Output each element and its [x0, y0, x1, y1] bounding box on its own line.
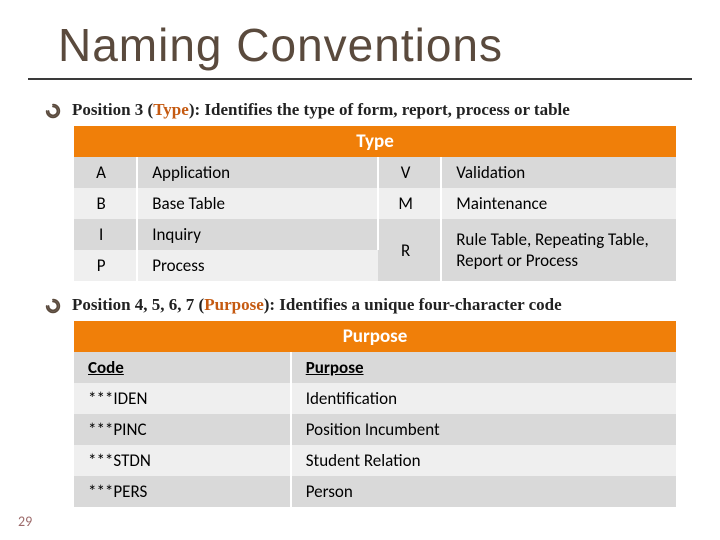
- bullet-position-4567: Position 4, 5, 6, 7 (Purpose): Identifie…: [44, 295, 676, 315]
- purpose-desc: Identification: [291, 383, 676, 414]
- purpose-desc: Person: [291, 476, 676, 507]
- purpose-col-code: Code: [74, 352, 291, 383]
- bullet2-post: ): Identifies a unique four-character co…: [264, 295, 562, 314]
- slide-number: 29: [18, 513, 32, 530]
- type-desc: Maintenance: [441, 188, 676, 219]
- purpose-col-purpose: Purpose: [291, 352, 676, 383]
- table-row: ***PINC Position Incumbent: [74, 414, 676, 445]
- type-code: A: [74, 157, 137, 188]
- type-desc: Validation: [441, 157, 676, 188]
- table-row: ***STDN Student Relation: [74, 445, 676, 476]
- swirl-bullet-icon: [44, 102, 62, 120]
- swirl-bullet-icon: [44, 297, 62, 315]
- table-row: A Application V Validation: [74, 157, 676, 188]
- type-code: P: [74, 250, 137, 281]
- purpose-code: ***STDN: [74, 445, 291, 476]
- purpose-column-headers: Code Purpose: [74, 352, 676, 383]
- bullet-text: Position 3 (Type): Identifies the type o…: [72, 100, 570, 120]
- table-row: ***PERS Person: [74, 476, 676, 507]
- bullet-text: Position 4, 5, 6, 7 (Purpose): Identifie…: [72, 295, 562, 315]
- bullet2-pre: Position 4, 5, 6, 7 (: [72, 295, 204, 314]
- type-desc: Process: [137, 250, 378, 281]
- purpose-code: ***PINC: [74, 414, 291, 445]
- purpose-table-wrap: Purpose Code Purpose ***IDEN Identificat…: [74, 321, 676, 507]
- type-desc: Rule Table, Repeating Table, Report or P…: [441, 219, 676, 281]
- type-code: R: [378, 219, 441, 281]
- type-table-header-row: Type: [74, 126, 676, 157]
- type-table-wrap: Type A Application V Validation B Base T…: [74, 126, 676, 281]
- purpose-desc: Position Incumbent: [291, 414, 676, 445]
- type-desc: Application: [137, 157, 378, 188]
- type-code: M: [378, 188, 441, 219]
- type-code: V: [378, 157, 441, 188]
- type-table-header: Type: [74, 126, 676, 157]
- slide-content: Position 3 (Type): Identifies the type o…: [0, 80, 720, 507]
- table-row: B Base Table M Maintenance: [74, 188, 676, 219]
- type-table: Type A Application V Validation B Base T…: [74, 126, 676, 281]
- purpose-table: Purpose Code Purpose ***IDEN Identificat…: [74, 321, 676, 507]
- bullet2-keyword: Purpose: [204, 295, 264, 314]
- type-code: B: [74, 188, 137, 219]
- slide-title: Naming Conventions: [0, 0, 720, 78]
- type-code: I: [74, 219, 137, 250]
- slide: Naming Conventions Position 3 (Type): Id…: [0, 0, 720, 540]
- bullet-position-3: Position 3 (Type): Identifies the type o…: [44, 100, 676, 120]
- purpose-table-header: Purpose: [74, 321, 676, 352]
- purpose-code: ***IDEN: [74, 383, 291, 414]
- table-row: I Inquiry R Rule Table, Repeating Table,…: [74, 219, 676, 250]
- type-desc: Base Table: [137, 188, 378, 219]
- type-desc: Inquiry: [137, 219, 378, 250]
- bullet1-post: ): Identifies the type of form, report, …: [189, 100, 570, 119]
- bullet1-pre: Position 3 (: [72, 100, 153, 119]
- purpose-desc: Student Relation: [291, 445, 676, 476]
- table-row: ***IDEN Identification: [74, 383, 676, 414]
- purpose-code: ***PERS: [74, 476, 291, 507]
- purpose-table-header-row: Purpose: [74, 321, 676, 352]
- bullet1-keyword: Type: [153, 100, 189, 119]
